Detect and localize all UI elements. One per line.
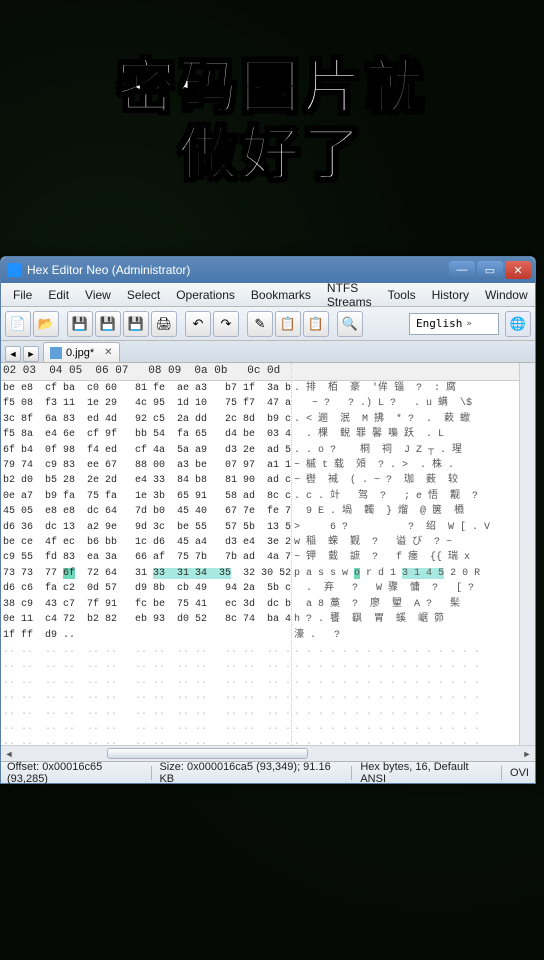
language-box[interactable]: English » — [409, 313, 499, 335]
caption-line1: 密码图片就 — [0, 55, 544, 122]
menu-file[interactable]: File — [5, 285, 40, 305]
status-offset: Offset: 0x00016c65 (93,285) — [7, 761, 143, 785]
ascii-pane[interactable]: . 排 栢 豪 '侔 锱 ? : 腐 ~ ? ? .) L ? . u 螨 \$… — [291, 363, 519, 745]
ascii-header — [292, 363, 519, 381]
tab-next-button[interactable]: ► — [23, 346, 39, 362]
status-encoding: Hex bytes, 16, Default ANSI — [360, 761, 493, 785]
save-as-icon[interactable]: 💾 — [95, 311, 121, 337]
app-icon — [7, 263, 21, 277]
tab-prev-button[interactable]: ◄ — [5, 346, 21, 362]
document-tab[interactable]: 0.jpg* ✕ — [43, 342, 120, 362]
statusbar: Offset: 0x00016c65 (93,285) Size: 0x0000… — [1, 761, 535, 783]
save-all-icon[interactable]: 💾 — [123, 311, 149, 337]
minimize-button[interactable]: — — [449, 261, 475, 279]
menu-bookmarks[interactable]: Bookmarks — [243, 285, 319, 305]
scroll-left-button[interactable]: ◄ — [1, 749, 17, 759]
tab-label: 0.jpg* — [66, 347, 94, 359]
undo-icon[interactable]: ↶ — [185, 311, 211, 337]
scroll-right-button[interactable]: ► — [519, 749, 535, 759]
chevron-down-icon: » — [466, 319, 471, 329]
menu-view[interactable]: View — [77, 285, 119, 305]
menu-edit[interactable]: Edit — [40, 285, 77, 305]
language-label: English — [416, 317, 462, 330]
vertical-scrollbar[interactable] — [519, 363, 535, 745]
app-window: Hex Editor Neo (Administrator) — ▭ ✕ Fil… — [0, 256, 536, 784]
menu-tools[interactable]: Tools — [380, 285, 424, 305]
horizontal-scrollbar[interactable]: ◄ ► — [1, 745, 535, 761]
menubar: File Edit View Select Operations Bookmar… — [1, 283, 535, 307]
close-tab-icon[interactable]: ✕ — [104, 347, 112, 358]
print-icon[interactable]: 🖨 — [151, 311, 177, 337]
scroll-thumb[interactable] — [107, 748, 308, 759]
paste-icon[interactable]: 📋 — [303, 311, 329, 337]
menu-select[interactable]: Select — [119, 285, 168, 305]
copy-icon[interactable]: 📋 — [275, 311, 301, 337]
edit-icon[interactable]: ✎ — [247, 311, 273, 337]
status-overwrite: OVI — [510, 767, 529, 779]
overlay-caption: 密码图片就 做好了 — [0, 55, 544, 188]
hex-content: 02 03 04 05 06 07 08 09 0a 0b 0c 0d 0e 0… — [1, 363, 535, 745]
globe-icon[interactable]: 🌐 — [505, 311, 531, 337]
status-size: Size: 0x000016ca5 (93,349); 91.16 KB — [159, 761, 343, 785]
redo-icon[interactable]: ↷ — [213, 311, 239, 337]
menu-history[interactable]: History — [424, 285, 477, 305]
hex-columns: 02 03 04 05 06 07 08 09 0a 0b 0c 0d 0e 0… — [1, 363, 291, 381]
menu-operations[interactable]: Operations — [168, 285, 243, 305]
titlebar[interactable]: Hex Editor Neo (Administrator) — ▭ ✕ — [1, 257, 535, 283]
open-icon[interactable]: 📂 — [33, 311, 59, 337]
hex-pane[interactable]: 02 03 04 05 06 07 08 09 0a 0b 0c 0d 0e 0… — [1, 363, 291, 745]
save-icon[interactable]: 💾 — [67, 311, 93, 337]
ascii-rows[interactable]: . 排 栢 豪 '侔 锱 ? : 腐 ~ ? ? .) L ? . u 螨 \$… — [292, 381, 519, 745]
title-text: Hex Editor Neo (Administrator) — [27, 263, 190, 277]
caption-line2: 做好了 — [0, 122, 544, 189]
toolbar: 📄 📂 💾 💾 💾 🖨 ↶ ↷ ✎ 📋 📋 🔍 English » 🌐 — [1, 307, 535, 341]
new-icon[interactable]: 📄 — [5, 311, 31, 337]
maximize-button[interactable]: ▭ — [477, 261, 503, 279]
image-icon — [50, 347, 62, 359]
find-icon[interactable]: 🔍 — [337, 311, 363, 337]
close-button[interactable]: ✕ — [505, 261, 531, 279]
scroll-track[interactable] — [17, 746, 519, 761]
hex-rows[interactable]: be e8 cf ba c0 60 81 fe ae a3 b7 1f 3a b… — [1, 381, 291, 745]
tabbar: ◄ ► 0.jpg* ✕ — [1, 341, 535, 363]
menu-window[interactable]: Window — [477, 285, 536, 305]
